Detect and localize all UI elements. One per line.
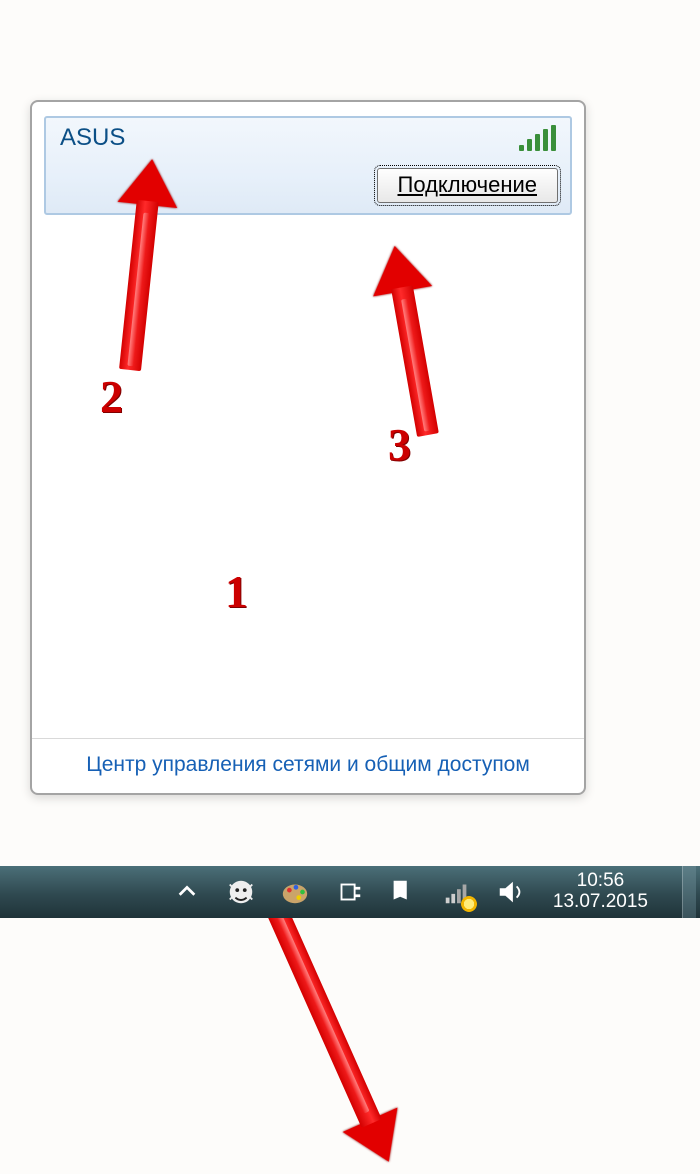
show-desktop-button[interactable] [682,866,696,918]
signal-strength-icon [519,125,556,151]
date: 13.07.2015 [553,892,648,913]
system-tray: 10:56 13.07.2015 [169,866,696,918]
annotation-number-1: 1 [225,565,248,618]
annotation-arrow-1 [270,895,388,1160]
antivirus-icon[interactable] [223,874,259,910]
network-name: ASUS [60,124,125,152]
annotation-number-3: 3 [388,418,411,471]
time: 10:56 [553,871,648,892]
network-tray-icon[interactable] [439,874,475,910]
action-center-icon[interactable] [385,874,421,910]
panel-footer: Центр управления сетями и общим доступом [32,738,584,793]
network-warning-icon [461,896,477,912]
clock[interactable]: 10:56 13.07.2015 [547,871,658,913]
network-flyout: ASUS Подключение Центр управления сетями… [30,100,586,795]
show-hidden-icons-button[interactable] [169,874,205,910]
taskbar: 10:56 13.07.2015 [0,866,700,918]
power-icon[interactable] [331,874,367,910]
annotation-number-2: 2 [100,370,123,423]
network-center-link[interactable]: Центр управления сетями и общим доступом [86,753,530,776]
connect-button[interactable]: Подключение [377,168,559,203]
volume-icon[interactable] [493,874,529,910]
paint-icon[interactable] [277,874,313,910]
